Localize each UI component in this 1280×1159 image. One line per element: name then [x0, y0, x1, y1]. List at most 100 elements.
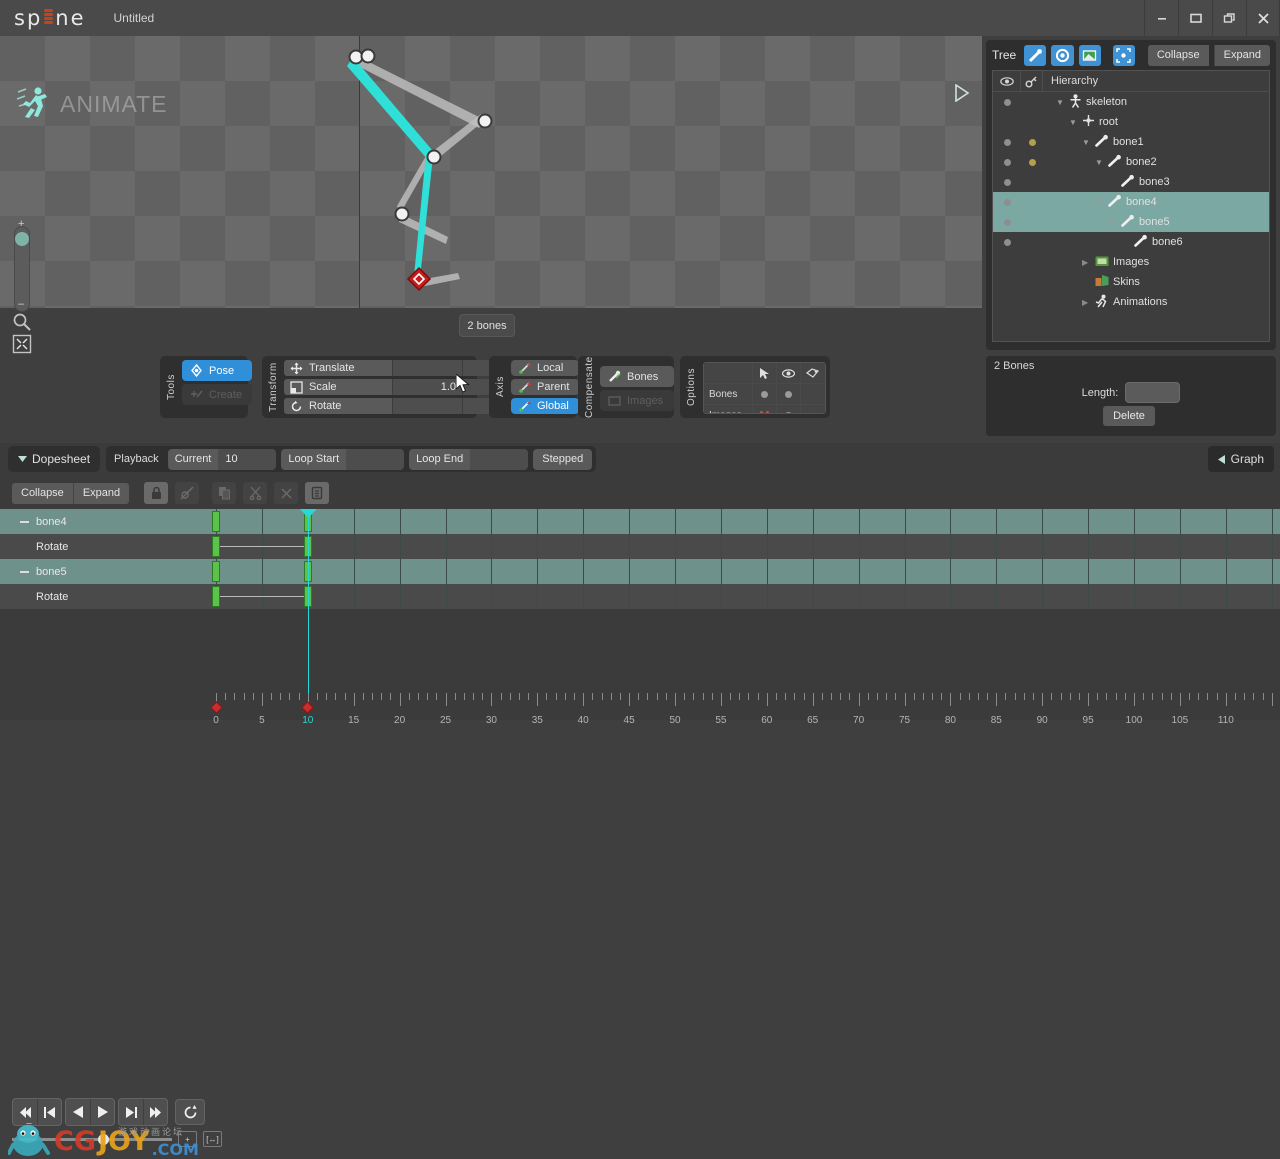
- tree-node-visibility-toggle[interactable]: [993, 98, 1021, 106]
- track-grid[interactable]: [210, 559, 1280, 584]
- slot-filter-icon[interactable]: [1051, 44, 1074, 66]
- options-bones-eye-cell[interactable]: [776, 384, 801, 405]
- tree-node-visibility-toggle[interactable]: [993, 178, 1021, 186]
- go-to-start-button[interactable]: [13, 1099, 37, 1125]
- tree-node-root[interactable]: ▼ root: [993, 112, 1269, 132]
- options-images-tag-cell[interactable]: [800, 405, 825, 413]
- maximize-button[interactable]: [1178, 0, 1212, 36]
- keyframe[interactable]: [212, 561, 220, 582]
- tree-list[interactable]: Hierarchy ▼ skeleton ▼ root ▼ bone1 ▼ bone2 bone…: [992, 70, 1270, 342]
- chevron-down-icon[interactable]: ▼: [1056, 98, 1065, 107]
- current-value[interactable]: 10: [218, 448, 277, 470]
- tree-node-animations[interactable]: ▶ Animations: [993, 292, 1269, 312]
- axis-parent-button[interactable]: Parent: [511, 379, 579, 395]
- dopesheet-track-row[interactable]: Rotate: [0, 534, 1280, 559]
- chevron-down-icon[interactable]: ▼: [1108, 218, 1117, 227]
- keyframe[interactable]: [212, 586, 220, 607]
- tree-node-visibility-toggle[interactable]: [993, 158, 1021, 166]
- tree-node-bone4[interactable]: ▼ bone4: [993, 192, 1269, 212]
- track-grid[interactable]: [210, 509, 1280, 534]
- options-images-eye-cell[interactable]: [776, 405, 801, 413]
- timeline-ruler[interactable]: 0 5 10 15 20 25 30 35 40 45 50 55 60 65 70 75 80 85 90 95 10…: [0, 693, 1280, 738]
- dope-collapse-button[interactable]: Collapse: [12, 482, 73, 504]
- dopesheet-track-row[interactable]: bone5: [0, 559, 1280, 584]
- bone-filter-icon[interactable]: [1024, 44, 1047, 66]
- tree-node-bone5[interactable]: ▼ bone5: [993, 212, 1269, 232]
- loop-start-value[interactable]: [346, 448, 405, 470]
- current-frame-field[interactable]: Current 10: [167, 448, 277, 470]
- tree-node-bone3[interactable]: bone3: [993, 172, 1269, 192]
- canvas-viewport[interactable]: ANIMATE: [0, 36, 982, 308]
- compensate-bones-button[interactable]: Bones: [600, 366, 674, 387]
- zoom-slider-knob[interactable]: [15, 232, 29, 246]
- delete-icon[interactable]: [274, 482, 299, 504]
- tree-node-bone6[interactable]: bone6: [993, 232, 1269, 252]
- loop-start-field[interactable]: Loop Start: [281, 448, 405, 470]
- create-button[interactable]: Create: [182, 384, 252, 405]
- options-bones-cursor-cell[interactable]: [752, 384, 777, 405]
- tree-node-visibility-toggle[interactable]: [993, 138, 1021, 146]
- graph-button[interactable]: Graph: [1207, 446, 1274, 472]
- tree-node-key-toggle[interactable]: [1021, 138, 1043, 146]
- translate-x-field[interactable]: [392, 360, 462, 376]
- axis-global-button[interactable]: Global: [511, 398, 579, 414]
- options-images-cursor-cell[interactable]: [752, 405, 777, 413]
- magnifier-icon[interactable]: [12, 312, 32, 332]
- dopesheet-tracks[interactable]: bone4 Rotate bone5 Rotate: [0, 509, 1280, 689]
- stepped-button[interactable]: Stepped: [533, 448, 593, 470]
- collapse-toggle-icon[interactable]: [20, 520, 29, 523]
- cut-icon[interactable]: [243, 482, 268, 504]
- next-key-button[interactable]: [119, 1099, 143, 1125]
- tree-expand-button[interactable]: Expand: [1213, 44, 1270, 66]
- tree-node-bone1[interactable]: ▼ bone1: [993, 132, 1269, 152]
- chevron-right-icon[interactable]: ▶: [1082, 258, 1091, 267]
- chevron-right-icon[interactable]: ▶: [1082, 298, 1091, 307]
- previous-key-button[interactable]: [37, 1099, 61, 1125]
- tree-node-bone2[interactable]: ▼ bone2: [993, 152, 1269, 172]
- dopesheet-track-row[interactable]: bone4: [0, 509, 1280, 534]
- keyframe[interactable]: [212, 536, 220, 557]
- tree-node-images[interactable]: ▶ Images: [993, 252, 1269, 272]
- viewport-play-button[interactable]: [954, 83, 970, 105]
- fit-timeline-button[interactable]: [↔]: [203, 1131, 222, 1147]
- copy-icon[interactable]: [212, 482, 237, 504]
- timeline-marker[interactable]: [301, 701, 315, 714]
- pose-button[interactable]: Pose: [182, 360, 252, 381]
- dope-expand-button[interactable]: Expand: [72, 482, 130, 504]
- compensate-images-button[interactable]: Images: [600, 390, 674, 411]
- options-bones-tag-cell[interactable]: [800, 384, 825, 405]
- track-grid[interactable]: [210, 534, 1280, 559]
- playhead-line[interactable]: [307, 509, 309, 694]
- tree-node-key-toggle[interactable]: [1021, 158, 1043, 166]
- zoom-controls[interactable]: + –: [0, 36, 42, 354]
- axis-local-button[interactable]: Local: [511, 360, 579, 376]
- select-filter-icon[interactable]: [1112, 44, 1135, 66]
- timeline-marker[interactable]: [209, 701, 223, 714]
- delete-button[interactable]: Delete: [1103, 406, 1155, 426]
- zoom-out-label[interactable]: –: [18, 298, 24, 310]
- lock-icon[interactable]: [144, 482, 169, 504]
- play-button[interactable]: [90, 1099, 114, 1125]
- length-input[interactable]: [1125, 382, 1181, 403]
- skeleton-rig[interactable]: [0, 36, 982, 308]
- paste-icon[interactable]: [305, 482, 330, 504]
- tree-node-skins[interactable]: Skins: [993, 272, 1269, 292]
- loop-end-value[interactable]: [470, 448, 529, 470]
- dopesheet-title-group[interactable]: Dopesheet: [8, 446, 101, 472]
- rotate-x-field[interactable]: [392, 398, 462, 414]
- restore-button[interactable]: [1212, 0, 1246, 36]
- loop-end-field[interactable]: Loop End: [409, 448, 529, 470]
- no-key-icon[interactable]: [175, 482, 200, 504]
- play-reverse-button[interactable]: [66, 1099, 90, 1125]
- tree-collapse-button[interactable]: Collapse: [1147, 44, 1209, 66]
- tree-node-skeleton[interactable]: ▼ skeleton: [993, 92, 1269, 112]
- chevron-down-icon[interactable]: ▼: [1069, 118, 1078, 127]
- chevron-down-icon[interactable]: ▼: [1095, 198, 1104, 207]
- tree-node-visibility-toggle[interactable]: [993, 198, 1021, 206]
- go-to-end-button[interactable]: [143, 1099, 167, 1125]
- loop-button[interactable]: [175, 1099, 205, 1125]
- dopesheet-title[interactable]: Dopesheet: [12, 452, 96, 466]
- track-grid[interactable]: [210, 584, 1280, 609]
- scale-x-field[interactable]: 1.0: [392, 379, 462, 395]
- dopesheet-track-row[interactable]: Rotate: [0, 584, 1280, 609]
